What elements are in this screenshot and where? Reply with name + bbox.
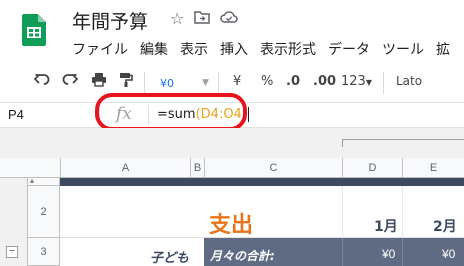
menu-view[interactable]: 表示 bbox=[180, 39, 208, 59]
sheets-logo-icon[interactable] bbox=[22, 14, 46, 46]
currency-display[interactable]: ¥0 bbox=[160, 77, 174, 90]
format-currency-button[interactable]: ¥ bbox=[233, 74, 241, 89]
star-icon[interactable]: ☆ bbox=[170, 9, 184, 29]
cloud-status-icon[interactable] bbox=[220, 10, 239, 29]
section-heading[interactable]: 支出 bbox=[209, 207, 253, 239]
column-header-d[interactable]: D bbox=[342, 158, 402, 178]
increase-decimal-button[interactable]: .00 bbox=[313, 74, 336, 89]
column-headers: A B C D E bbox=[0, 158, 464, 178]
column-header-c[interactable]: C bbox=[204, 158, 342, 178]
monthly-total-label[interactable]: 月々の合計: bbox=[210, 247, 275, 264]
column-group-bracket[interactable] bbox=[342, 139, 464, 147]
document-title[interactable]: 年間予算 bbox=[72, 7, 148, 34]
cell-b3[interactable] bbox=[190, 238, 204, 266]
month-header-feb[interactable]: 2月 bbox=[433, 216, 457, 236]
chevron-down-icon: ▼ bbox=[365, 78, 372, 87]
menu-edit[interactable]: 編集 bbox=[140, 39, 168, 59]
chevron-down-icon[interactable]: ▼ bbox=[202, 78, 209, 88]
move-to-folder-icon[interactable] bbox=[194, 10, 211, 29]
row-header-2[interactable]: 2 bbox=[28, 186, 60, 238]
menu-insert[interactable]: 挿入 bbox=[220, 39, 248, 59]
row-2-cells bbox=[60, 186, 464, 238]
month-header-jan[interactable]: 1月 bbox=[374, 216, 398, 236]
row-header-3[interactable]: 3 bbox=[28, 238, 60, 266]
menu-tools[interactable]: ツール bbox=[382, 39, 424, 59]
menu-extensions[interactable]: 拡 bbox=[436, 39, 450, 59]
more-formats-button[interactable]: 123▼ bbox=[341, 74, 372, 89]
menu-file[interactable]: ファイル bbox=[72, 39, 128, 59]
redo-icon[interactable] bbox=[62, 72, 79, 90]
text-cursor: ​ bbox=[247, 107, 249, 122]
menu-format[interactable]: 表示形式 bbox=[260, 39, 316, 59]
cell-e3[interactable]: ¥0 bbox=[442, 247, 455, 261]
column-header-e[interactable]: E bbox=[402, 158, 464, 178]
format-percent-button[interactable]: % bbox=[261, 74, 273, 89]
name-box[interactable]: P4 bbox=[8, 107, 24, 122]
column-header-b[interactable]: B bbox=[190, 158, 204, 178]
header-strip bbox=[60, 178, 464, 186]
collapse-group-button[interactable]: − bbox=[6, 246, 18, 258]
menu-bar: ファイル 編集 表示 挿入 表示形式 データ ツール 拡 bbox=[72, 39, 450, 59]
formula-highlight-ring bbox=[95, 93, 247, 131]
column-header-a[interactable]: A bbox=[60, 158, 190, 178]
menu-data[interactable]: データ bbox=[328, 39, 370, 59]
category-label[interactable]: 子ども bbox=[150, 247, 189, 266]
row-header-1[interactable]: ▴ bbox=[28, 176, 60, 186]
decrease-decimal-button[interactable]: .0 bbox=[286, 74, 300, 89]
cell-d3[interactable]: ¥0 bbox=[382, 247, 395, 261]
undo-icon[interactable] bbox=[33, 72, 50, 90]
print-icon[interactable] bbox=[91, 72, 107, 91]
font-selector[interactable]: Lato bbox=[396, 74, 422, 88]
more-formats-label: 123 bbox=[341, 74, 366, 89]
chevron-up-icon[interactable]: ▴ bbox=[30, 176, 34, 185]
paint-format-icon[interactable] bbox=[119, 72, 133, 92]
